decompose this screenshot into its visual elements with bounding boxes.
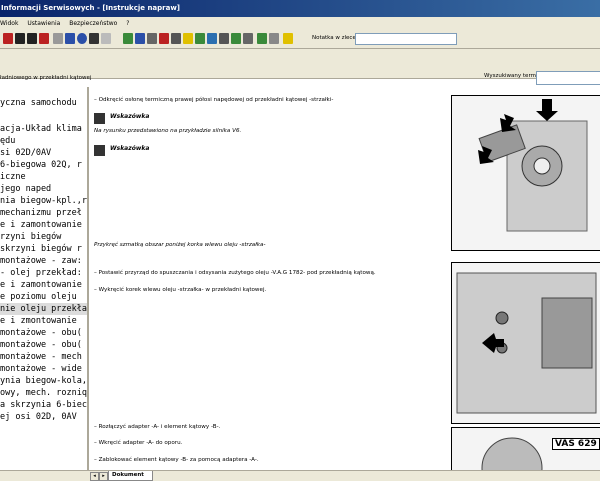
figure-3-label: VAS 629 <box>552 438 600 450</box>
tree-item[interactable]: e poziomu oleju <box>0 291 77 303</box>
tree-item[interactable]: mechanizmu przeł <box>0 207 82 219</box>
bucket-icon[interactable] <box>207 33 217 44</box>
hint-icon <box>94 145 105 156</box>
tree-item[interactable]: 6-biegowa 02Q, r <box>0 159 82 171</box>
figure-1-drawing <box>452 96 600 250</box>
tree-item[interactable]: ynia biegow-kola, <box>0 375 87 387</box>
note-text: Na rysunku przedstawiono na przykładzie … <box>94 128 242 134</box>
navigation-tree[interactable]: yczna samochodu acja-Układ klima ędu si … <box>0 87 89 470</box>
tree-item[interactable]: montażowe - mech <box>0 351 82 363</box>
info-icon[interactable] <box>77 33 87 44</box>
figure-2 <box>451 262 600 424</box>
search-icon[interactable] <box>89 33 99 44</box>
window-title: Informacji Serwisowych - [Instrukcje nap… <box>1 4 181 12</box>
tree-item[interactable]: montażowe - zaw: <box>0 255 82 267</box>
figure-2-drawing <box>452 263 600 423</box>
menu-bezpieczenstwo[interactable]: Bezpieczeństwo <box>69 20 117 27</box>
search-input[interactable] <box>536 71 600 85</box>
next-icon[interactable] <box>27 33 37 44</box>
tree-item[interactable]: iczne <box>0 171 26 183</box>
title-bar: Informacji Serwisowych - [Instrukcje nap… <box>0 0 600 17</box>
previous-icon[interactable] <box>15 33 25 44</box>
breadcrumb: ładniowego w przekładni kątowej <box>0 75 92 81</box>
tree-item[interactable]: - olej przekład: <box>0 267 82 279</box>
tree-item[interactable]: montażowe - obu( <box>0 327 82 339</box>
warning-icon[interactable] <box>183 33 193 44</box>
parts-icon[interactable] <box>171 33 181 44</box>
tree-item[interactable]: ej osi 02D, 0AV <box>0 411 77 423</box>
car-icon[interactable] <box>231 33 241 44</box>
tree-item[interactable]: nia biegow-kpl.,r <box>0 195 87 207</box>
tree-item[interactable]: e i zmontowanie <box>0 315 77 327</box>
hint-icon <box>94 113 105 124</box>
last-page-icon[interactable] <box>39 33 49 44</box>
address-bar: ładniowego w przekładni kątowej Wyszukiw… <box>0 49 600 85</box>
tree-item[interactable]: si 02D/0AV <box>0 147 51 159</box>
figure-3: VAS 629 <box>451 427 600 470</box>
tree-item[interactable]: e i zamontowanie <box>0 219 82 231</box>
document-icon[interactable] <box>53 33 63 44</box>
print-icon[interactable] <box>101 33 111 44</box>
menu-widok[interactable]: Widok <box>0 20 18 27</box>
note-title: Wskazówka <box>110 145 150 152</box>
tool-icon[interactable] <box>123 33 133 44</box>
settings-icon[interactable] <box>269 33 279 44</box>
instruction-step: – Odkręcić osłonę termiczną prawej półos… <box>94 97 334 103</box>
tree-item[interactable]: skrzyni biegów r <box>0 243 82 255</box>
instruction-step: – Wykręcić korek wlewu oleju -strzałka- … <box>94 287 267 293</box>
search-label: Wyszukiwany termin: <box>484 73 543 79</box>
tree-item[interactable]: rzyni biegów <box>0 231 61 243</box>
instruction-step: – Zablokować element kątowy -B- za pomoc… <box>94 457 259 463</box>
note-title: Wskazówka <box>110 113 150 120</box>
wheel-icon[interactable] <box>195 33 205 44</box>
instruction-step: – Wkręcić adapter -A- do oporu. <box>94 440 183 446</box>
tab-bar: ◂ ▸ Dokument <box>0 470 600 481</box>
electric-icon[interactable] <box>219 33 229 44</box>
engine-icon[interactable] <box>147 33 157 44</box>
tree-item[interactable]: jego naped <box>0 183 51 195</box>
menu-help[interactable]: ? <box>126 20 129 27</box>
book-icon[interactable] <box>135 33 145 44</box>
tree-item[interactable]: owy, mech. rozniq <box>0 387 87 399</box>
help-icon[interactable] <box>283 33 293 44</box>
tree-item[interactable]: montażowe - wide <box>0 363 82 375</box>
toolbar: Notatka w zleceniu: <box>0 30 600 49</box>
document-content: – Odkręcić osłonę termiczną prawej półos… <box>89 87 600 470</box>
first-page-icon[interactable] <box>3 33 13 44</box>
repair-icon[interactable] <box>159 33 169 44</box>
tree-item-selected[interactable]: nie oleju przekła <box>0 303 87 315</box>
tree-item[interactable]: e i zamontowanie <box>0 279 82 291</box>
menu-ustawienia[interactable]: Ustawienia <box>27 20 60 27</box>
instruction-text: Przykręć szmatką obszar poniżej korka wl… <box>94 242 266 248</box>
diagram-icon[interactable] <box>243 33 253 44</box>
menu-bar: Widok Ustawienia Bezpieczeństwo ? <box>0 17 600 30</box>
tree-item[interactable]: yczna samochodu <box>0 97 77 109</box>
home-icon[interactable] <box>65 33 75 44</box>
instruction-step: – Postawić przyrząd do spuszczania i ods… <box>94 270 376 276</box>
tree-item[interactable]: acja-Układ klima <box>0 123 82 135</box>
tree-item[interactable]: ędu <box>0 135 15 147</box>
tree-item[interactable]: a skrzynia 6-biec <box>0 399 87 411</box>
instruction-step: – Rozłączyć adapter -A- i element kątowy… <box>94 424 221 430</box>
tree-item[interactable]: montażowe - obu( <box>0 339 82 351</box>
note-field[interactable] <box>355 33 457 45</box>
check-icon[interactable] <box>257 33 267 44</box>
figure-1 <box>451 95 600 251</box>
